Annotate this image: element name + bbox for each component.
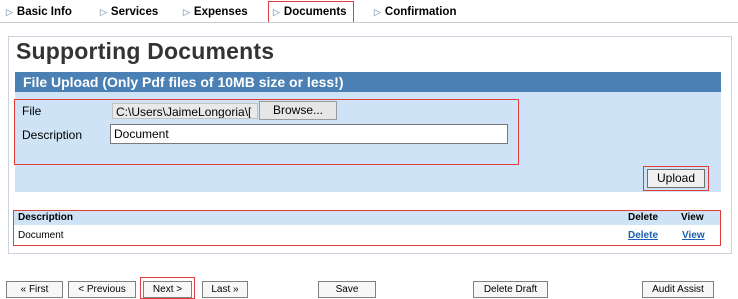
page-title: Supporting Documents bbox=[16, 38, 275, 64]
first-button[interactable]: « First bbox=[6, 281, 63, 298]
description-label: Description bbox=[22, 128, 83, 142]
file-upload-header: File Upload (Only Pdf files of 10MB size… bbox=[15, 72, 721, 92]
tab-expenses[interactable]: ▷ Expenses bbox=[183, 3, 248, 21]
column-description: Description bbox=[18, 212, 74, 223]
file-path-input[interactable]: C:\Users\JaimeLongoria\[ bbox=[112, 103, 258, 119]
delete-link[interactable]: Delete bbox=[628, 229, 658, 243]
column-delete: Delete bbox=[628, 212, 659, 223]
row-description: Document bbox=[18, 230, 64, 241]
documents-table-header: Description Delete View bbox=[14, 211, 720, 225]
tab-label: Documents bbox=[283, 6, 347, 18]
next-button[interactable]: Next > bbox=[143, 281, 192, 298]
triangle-right-icon: ▷ bbox=[183, 7, 190, 17]
triangle-right-icon: ▷ bbox=[6, 7, 13, 17]
table-row: Document Delete View bbox=[14, 229, 720, 243]
description-input[interactable]: Document bbox=[110, 124, 508, 144]
tab-divider bbox=[0, 22, 738, 23]
last-button[interactable]: Last » bbox=[202, 281, 248, 298]
file-label: File bbox=[22, 104, 42, 118]
tab-services[interactable]: ▷ Services bbox=[100, 3, 158, 21]
save-button[interactable]: Save bbox=[318, 281, 376, 298]
tab-label: Expenses bbox=[193, 6, 248, 18]
browse-button[interactable]: Browse... bbox=[259, 101, 337, 120]
tab-basic-info[interactable]: ▷ Basic Info bbox=[6, 3, 72, 21]
triangle-right-icon: ▷ bbox=[374, 7, 381, 17]
tab-confirmation[interactable]: ▷ Confirmation bbox=[374, 3, 456, 21]
triangle-right-icon: ▷ bbox=[100, 7, 107, 17]
wizard-tab-bar: ▷ Basic Info ▷ Services ▷ Expenses ▷ Documen… bbox=[0, 0, 738, 24]
view-link[interactable]: View bbox=[682, 229, 705, 243]
previous-button[interactable]: < Previous bbox=[68, 281, 136, 298]
triangle-right-icon: ▷ bbox=[273, 7, 280, 17]
upload-button[interactable]: Upload bbox=[647, 169, 705, 188]
tab-documents[interactable]: ▷ Documents bbox=[268, 1, 354, 23]
audit-assist-button[interactable]: Audit Assist bbox=[642, 281, 714, 298]
delete-draft-button[interactable]: Delete Draft bbox=[473, 281, 548, 298]
tab-label: Basic Info bbox=[16, 6, 72, 18]
column-view: View bbox=[681, 212, 704, 223]
tab-label: Services bbox=[110, 6, 159, 18]
tab-label: Confirmation bbox=[384, 6, 457, 18]
